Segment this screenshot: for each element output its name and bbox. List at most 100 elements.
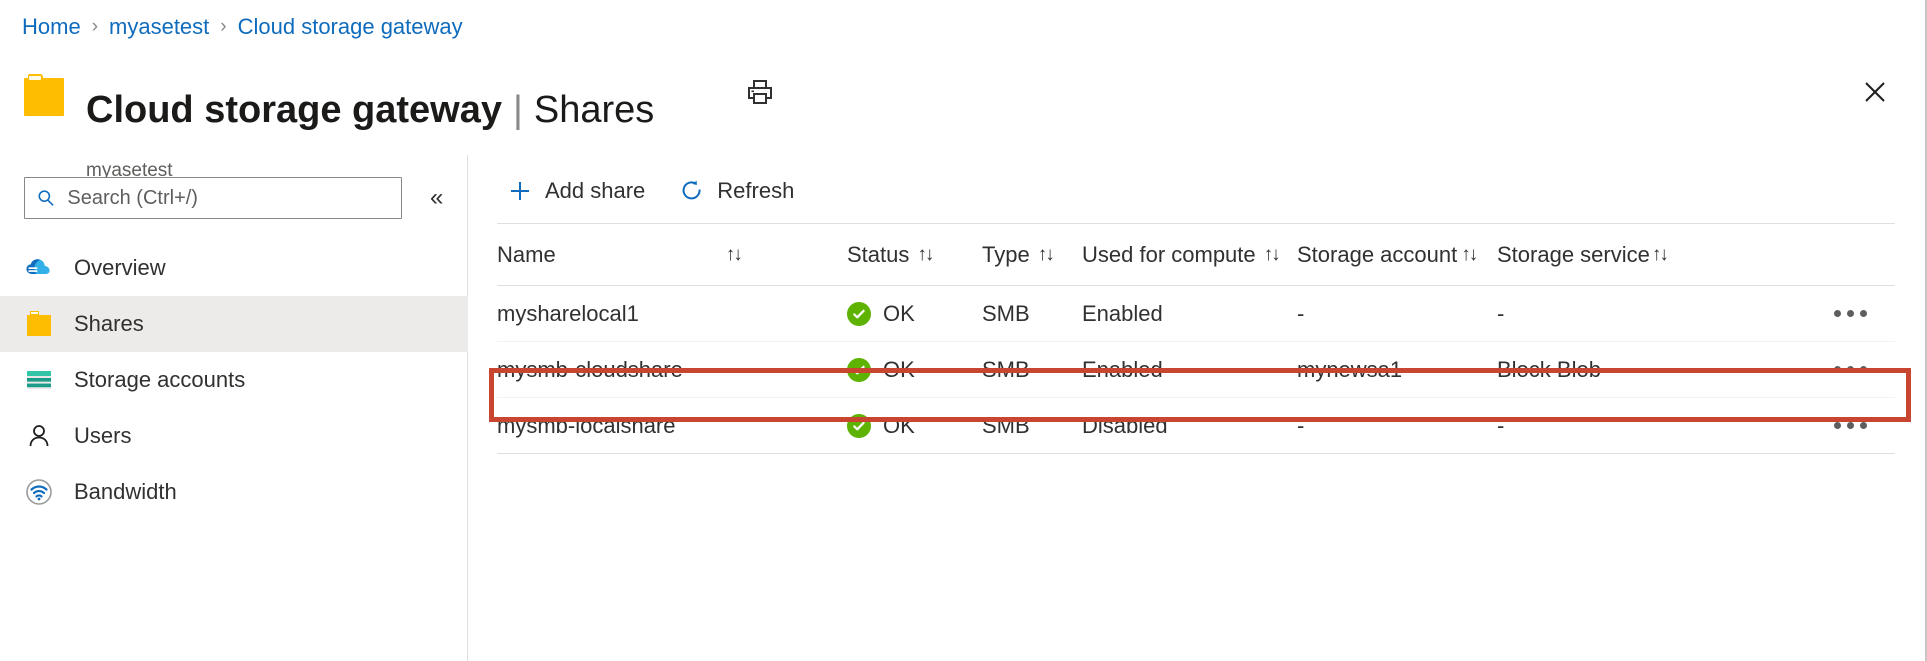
cell-name: mysmb-localshare [497, 413, 847, 439]
breadcrumb-separator-icon: › [220, 12, 226, 42]
column-header-used-for-compute[interactable]: Used for compute ↑↓ [1082, 242, 1297, 268]
check-circle-icon [847, 302, 871, 326]
cell-type: SMB [982, 301, 1082, 327]
folder-icon [24, 309, 54, 339]
search-input[interactable] [65, 186, 389, 211]
bandwidth-icon-glyph [25, 478, 53, 506]
column-header-label: Status [847, 242, 909, 268]
table-header-row: Name ↑↓ Status ↑↓ Type ↑↓ Used for compu… [497, 224, 1895, 286]
table-row[interactable]: mysmb-cloudshare OK SMB Enabled mynewsa1… [497, 342, 1895, 398]
status-label: OK [883, 357, 915, 383]
sidebar-nav: Overview Shares [0, 240, 468, 520]
cloud-icon-glyph [25, 257, 53, 279]
sidebar-collapse-button[interactable]: « [424, 185, 449, 211]
sidebar-item-label: Users [74, 423, 131, 449]
page-title: Cloud storage gateway | Shares [86, 87, 654, 133]
cell-actions [1737, 304, 1887, 323]
cell-type: SMB [982, 357, 1082, 383]
column-header-name[interactable]: Name ↑↓ [497, 242, 847, 268]
cell-storage-account: mynewsa1 [1297, 357, 1497, 383]
breadcrumb-separator-icon: › [92, 12, 98, 42]
check-icon [851, 418, 867, 434]
column-header-type[interactable]: Type ↑↓ [982, 242, 1082, 268]
status-badge: OK [847, 413, 915, 439]
cell-name: mysmb-cloudshare [497, 357, 847, 383]
user-icon [24, 421, 54, 451]
breadcrumb-item-cloud-storage-gateway[interactable]: Cloud storage gateway [238, 12, 463, 42]
storage-accounts-icon-glyph [26, 369, 52, 391]
column-header-label: Storage service [1497, 242, 1650, 268]
page-title-resource-type: Cloud storage gateway [86, 87, 502, 133]
cell-status: OK [847, 413, 982, 439]
column-header-storage-account[interactable]: Storage account ↑↓ [1297, 242, 1497, 268]
column-header-storage-service[interactable]: Storage service ↑↓ [1497, 242, 1737, 268]
breadcrumb-item-myasetest[interactable]: myasetest [109, 12, 209, 42]
sidebar-item-label: Overview [74, 255, 166, 281]
sidebar-item-label: Storage accounts [74, 367, 245, 393]
sort-icon[interactable]: ↑↓ [1264, 244, 1279, 266]
blade-content: Add share Refresh Name ↑↓ [469, 155, 1923, 661]
refresh-button[interactable]: Refresh [673, 174, 800, 208]
sidebar-item-shares[interactable]: Shares [0, 296, 468, 352]
sort-icon[interactable]: ↑↓ [726, 244, 741, 266]
cell-type: SMB [982, 413, 1082, 439]
refresh-icon [679, 178, 705, 204]
blade-sidebar: « Overview [0, 155, 468, 661]
shares-table: Name ↑↓ Status ↑↓ Type ↑↓ Used for compu… [497, 224, 1895, 454]
command-toolbar: Add share Refresh [501, 167, 822, 215]
sort-icon[interactable]: ↑↓ [1038, 244, 1053, 266]
cell-actions [1737, 416, 1887, 435]
azure-portal-blade: Home › myasetest › Cloud storage gateway… [0, 0, 1927, 661]
search-box[interactable] [24, 177, 402, 219]
cell-used-for-compute: Disabled [1082, 413, 1297, 439]
check-icon [851, 362, 867, 378]
check-icon [851, 306, 867, 322]
sidebar-search-row: « [24, 177, 449, 219]
sort-icon[interactable]: ↑↓ [917, 244, 932, 266]
sidebar-item-overview[interactable]: Overview [0, 240, 468, 296]
bandwidth-icon [24, 477, 54, 507]
row-menu-ellipsis-icon[interactable] [1830, 416, 1871, 435]
storage-accounts-icon [24, 365, 54, 395]
table-row[interactable]: mysmb-localshare OK SMB Disabled - - [497, 398, 1895, 454]
check-circle-icon [847, 358, 871, 382]
column-header-status[interactable]: Status ↑↓ [847, 242, 982, 268]
cell-status: OK [847, 357, 982, 383]
cell-storage-service: - [1497, 413, 1737, 439]
row-menu-ellipsis-icon[interactable] [1830, 304, 1871, 323]
cell-used-for-compute: Enabled [1082, 357, 1297, 383]
sidebar-item-label: Bandwidth [74, 479, 177, 505]
cell-storage-account: - [1297, 301, 1497, 327]
sidebar-item-label: Shares [74, 311, 144, 337]
page-title-section: Shares [534, 87, 654, 133]
column-header-label: Used for compute [1082, 242, 1256, 268]
status-badge: OK [847, 357, 915, 383]
refresh-icon-glyph [680, 179, 704, 203]
breadcrumb: Home › myasetest › Cloud storage gateway [22, 12, 463, 42]
page-title-separator: | [513, 87, 523, 133]
status-label: OK [883, 413, 915, 439]
sidebar-item-storage-accounts[interactable]: Storage accounts [0, 352, 468, 408]
add-share-button[interactable]: Add share [501, 174, 651, 208]
add-share-label: Add share [545, 178, 645, 204]
column-header-label: Name [497, 242, 556, 268]
breadcrumb-item-home[interactable]: Home [22, 12, 81, 42]
cell-status: OK [847, 301, 982, 327]
refresh-label: Refresh [717, 178, 794, 204]
cloud-icon [24, 253, 54, 283]
cell-storage-account: - [1297, 413, 1497, 439]
sidebar-item-users[interactable]: Users [0, 408, 468, 464]
close-icon[interactable] [1855, 72, 1895, 112]
table-row[interactable]: mysharelocal1 OK SMB Enabled - - [497, 286, 1895, 342]
sidebar-item-bandwidth[interactable]: Bandwidth [0, 464, 468, 520]
sort-icon[interactable]: ↑↓ [1652, 244, 1667, 266]
column-header-label: Type [982, 242, 1030, 268]
row-menu-ellipsis-icon[interactable] [1830, 360, 1871, 379]
plus-icon-glyph [508, 179, 532, 203]
sort-icon[interactable]: ↑↓ [1461, 244, 1476, 266]
print-icon[interactable] [739, 72, 781, 112]
print-icon-glyph [746, 79, 774, 105]
cell-name: mysharelocal1 [497, 301, 847, 327]
close-icon-glyph [1862, 79, 1888, 105]
search-icon [37, 188, 55, 208]
